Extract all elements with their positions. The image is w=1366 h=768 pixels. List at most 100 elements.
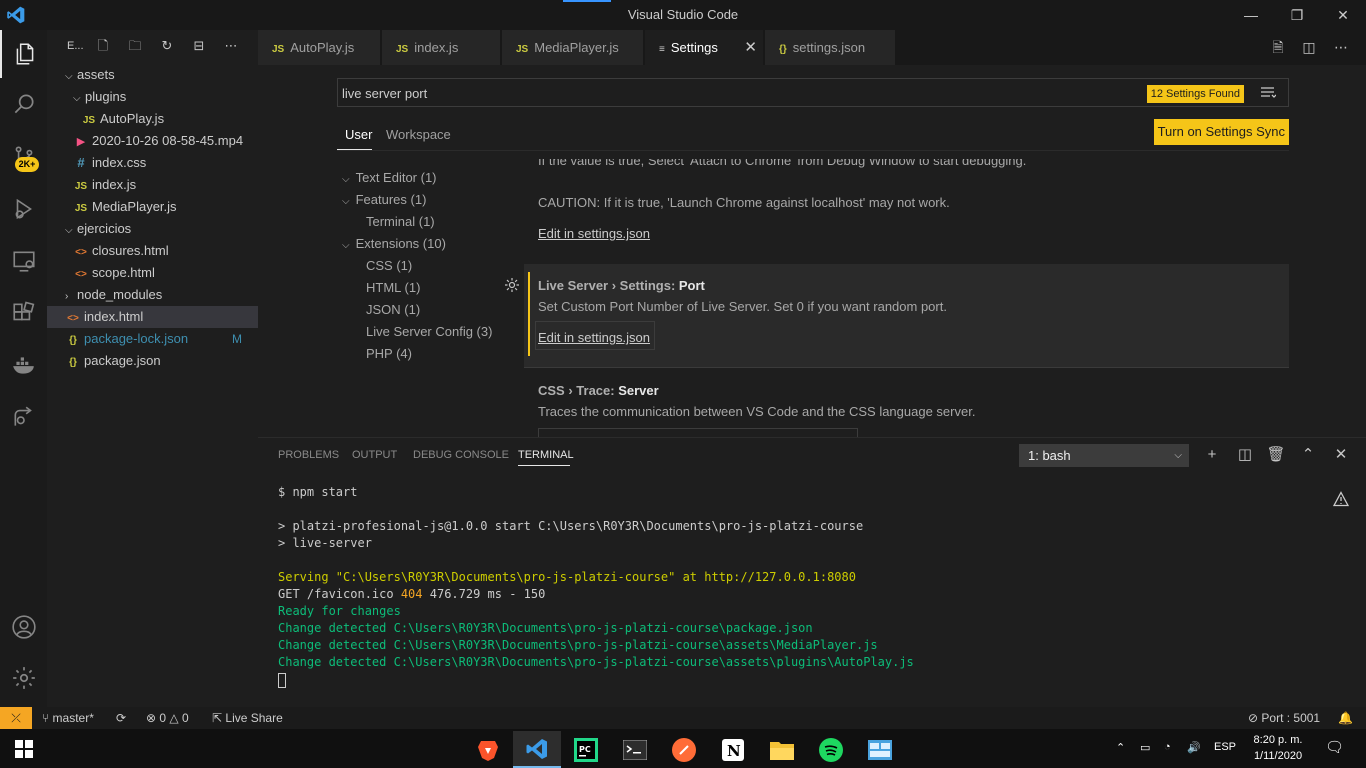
accounts-activity-button[interactable] (0, 603, 47, 651)
start-button[interactable] (0, 729, 48, 768)
tree-item[interactable]: ▶ 2020-10-26 08-58-45.mp4 (47, 130, 258, 152)
battery-icon[interactable]: ▭ (1140, 741, 1150, 754)
kill-terminal-icon[interactable]: 🗑 (1266, 445, 1286, 465)
docker-activity-button[interactable] (0, 341, 47, 389)
toc-html[interactable]: HTML (1) (366, 280, 420, 295)
toc-php[interactable]: PHP (4) (366, 346, 412, 361)
remote-explorer-activity-button[interactable] (0, 237, 47, 285)
taskbar-control-panel[interactable] (856, 731, 904, 768)
settings-sync-button[interactable]: Turn on Settings Sync (1153, 119, 1289, 145)
close-window-button[interactable]: ✕ (1320, 0, 1366, 30)
remote-indicator-icon[interactable]: ⤫ (0, 707, 32, 729)
action-center-icon[interactable]: 🗨 (1325, 738, 1344, 756)
toc-terminal[interactable]: Terminal (1) (366, 214, 435, 229)
taskbar-notion[interactable]: N (709, 731, 757, 768)
gear-icon (12, 667, 35, 689)
sync-icon[interactable]: ⟳ (116, 711, 126, 725)
tree-item[interactable]: ⌵ plugins (47, 86, 258, 108)
close-panel-icon[interactable]: ✕ (1331, 445, 1351, 465)
branch-status[interactable]: ⑂ master* (42, 711, 94, 725)
notifications-icon[interactable]: 🔔 (1338, 711, 1353, 725)
scope-tab-user[interactable]: User (345, 127, 372, 142)
taskbar-terminal[interactable] (611, 731, 659, 768)
volume-icon[interactable]: 🔊 (1187, 741, 1201, 754)
scope-tab-workspace[interactable]: Workspace (386, 127, 451, 142)
tree-item[interactable]: JS MediaPlayer.js (47, 196, 258, 218)
toc-css[interactable]: CSS (1) (366, 258, 412, 273)
port-status[interactable]: ⊘ Port : 5001 (1248, 711, 1320, 725)
panel-tab-output[interactable]: OUTPUT (352, 449, 397, 461)
problems-status[interactable]: ⊗ 0 △ 0 (146, 711, 189, 725)
taskbar-pycharm[interactable]: PC (562, 731, 610, 768)
clock[interactable]: 8:20 p. m. 1/11/2020 (1244, 732, 1312, 764)
taskbar-brave[interactable] (464, 731, 512, 768)
settings-search-input[interactable]: live server port 12 Settings Found (337, 78, 1289, 107)
tree-item[interactable]: {} package-lock.json M (47, 328, 258, 350)
run-debug-activity-button[interactable] (0, 185, 47, 233)
input-language[interactable]: ESP (1214, 741, 1236, 753)
taskbar-spotify[interactable] (807, 731, 855, 768)
taskbar-file-explorer[interactable] (758, 731, 806, 768)
edit-in-settings-json-link[interactable]: Edit in settings.json (538, 330, 650, 345)
minimize-button[interactable]: — (1228, 0, 1274, 30)
split-editor-icon[interactable]: ◫ (1300, 38, 1318, 56)
explorer-activity-button[interactable] (0, 30, 47, 78)
live-share-activity-button[interactable] (0, 393, 47, 441)
wifi-icon[interactable]: ◔ (1164, 741, 1171, 753)
more-actions-icon[interactable]: ⋯ (1332, 38, 1350, 56)
tree-item[interactable]: › node_modules (47, 284, 258, 306)
extensions-activity-button[interactable] (0, 289, 47, 337)
more-actions-icon[interactable]: ⋯ (223, 38, 239, 54)
panel-tab-terminal[interactable]: TERMINAL (518, 449, 574, 461)
panel-tab-problems[interactable]: PROBLEMS (278, 449, 339, 461)
split-terminal-icon[interactable]: ◫ (1235, 445, 1255, 465)
close-tab-icon[interactable]: ✕ (744, 30, 757, 65)
new-file-icon[interactable]: 🗋 (95, 38, 111, 54)
taskbar-vscode[interactable] (513, 731, 561, 768)
new-folder-icon[interactable]: 🗀 (127, 38, 143, 54)
tree-item[interactable]: ⌵ assets (47, 64, 258, 86)
tab-index-js[interactable]: JS index.js (382, 30, 500, 65)
setting-css-trace-server[interactable]: CSS › Trace: Server Traces the communica… (524, 368, 1289, 437)
collapse-all-icon[interactable]: ⊟ (191, 38, 207, 54)
refresh-icon[interactable]: ↻ (159, 38, 175, 54)
tab-settings[interactable]: ≡ Settings ✕ (645, 30, 763, 65)
edit-in-settings-json-link[interactable]: Edit in settings.json (538, 226, 650, 241)
tree-item[interactable]: <> closures.html (47, 240, 258, 262)
terminal-icon (623, 739, 647, 760)
tree-item[interactable]: <> index.html (47, 306, 258, 328)
toc-features[interactable]: ⌵ Features (1) (342, 192, 426, 207)
show-hidden-icons-icon[interactable]: ⌃ (1116, 741, 1125, 754)
panel-tab-debug-console[interactable]: DEBUG CONSOLE (413, 449, 509, 461)
search-activity-button[interactable] (0, 80, 47, 128)
filter-icon[interactable] (1260, 84, 1276, 100)
tab-settings-json[interactable]: {} settings.json (765, 30, 895, 65)
tree-item-label: index.html (84, 309, 144, 324)
setting-gear-icon[interactable] (504, 277, 520, 293)
tab-autoplay-js[interactable]: JS AutoPlay.js (258, 30, 380, 65)
tree-item[interactable]: {} package.json (47, 350, 258, 372)
toc-live-server-config[interactable]: Live Server Config (3) (366, 324, 492, 339)
tree-item[interactable]: ⌵ ejercicios (47, 218, 258, 240)
new-terminal-icon[interactable]: + (1202, 445, 1222, 465)
extensions-icon (12, 301, 34, 321)
tab-mediaplayer-js[interactable]: JS MediaPlayer.js (502, 30, 643, 65)
remote-explorer-icon (12, 251, 35, 272)
toc-json[interactable]: JSON (1) (366, 302, 420, 317)
maximize-panel-icon[interactable]: ⌃ (1298, 445, 1318, 465)
terminal-select[interactable]: 1: bash ⌵ (1019, 444, 1189, 467)
tree-item[interactable]: JS index.js (47, 174, 258, 196)
spotify-icon (819, 737, 843, 762)
toc-extensions[interactable]: ⌵ Extensions (10) (342, 236, 446, 251)
tree-item[interactable]: <> scope.html (47, 262, 258, 284)
manage-activity-button[interactable] (0, 654, 47, 702)
toc-text-editor[interactable]: ⌵ Text Editor (1) (342, 170, 437, 185)
live-share-status[interactable]: ⇱ Live Share (212, 711, 283, 725)
taskbar-postman[interactable] (660, 731, 708, 768)
tree-item[interactable]: JS AutoPlay.js (47, 108, 258, 130)
restore-button[interactable]: ❐ (1274, 0, 1320, 30)
open-settings-json-icon[interactable]: 🗎 (1269, 38, 1287, 56)
setting-dropdown[interactable] (538, 428, 858, 437)
tree-item[interactable]: # index.css (47, 152, 258, 174)
setting-live-server-port[interactable]: Live Server › Settings: Port Set Custom … (524, 264, 1289, 367)
